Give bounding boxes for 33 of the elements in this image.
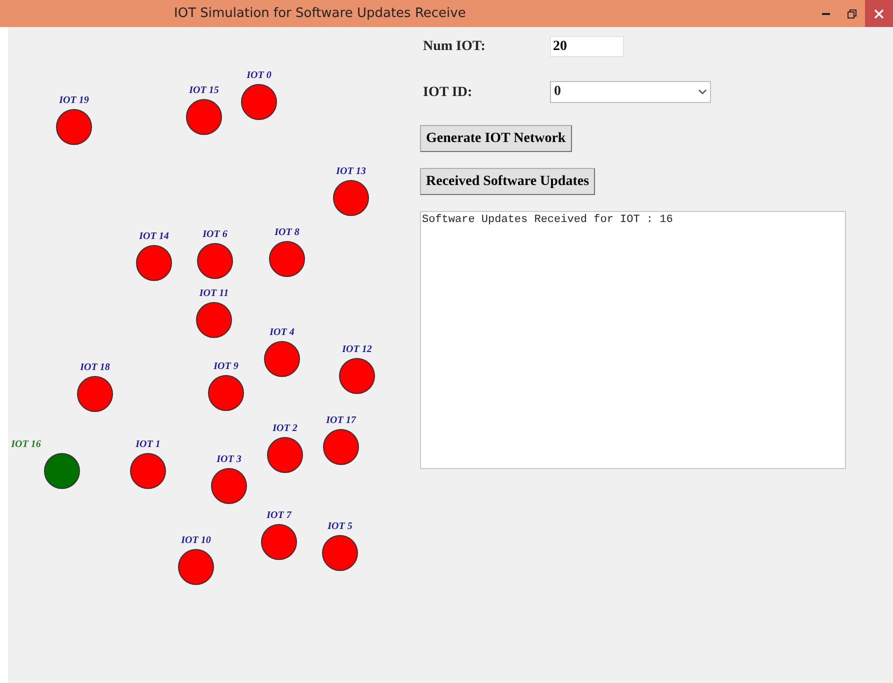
num-iot-label: Num IOT: bbox=[422, 38, 486, 56]
node-label: IOT 0 bbox=[246, 70, 272, 81]
action-button[interactable]: Generate IOT Network bbox=[420, 125, 572, 152]
node-label: IOT 19 bbox=[59, 95, 89, 106]
node-label: IOT 9 bbox=[214, 361, 238, 372]
node-label: IOT 8 bbox=[274, 227, 300, 238]
iot-id-dropdown[interactable]: 0 bbox=[550, 81, 711, 103]
node-label: IOT 7 bbox=[266, 510, 292, 521]
node-label: IOT 11 bbox=[199, 288, 229, 299]
minimize-icon bbox=[822, 12, 830, 14]
node-label: IOT 13 bbox=[336, 166, 366, 177]
node-label: IOT 2 bbox=[272, 423, 298, 434]
node-label: IOT 6 bbox=[202, 229, 228, 240]
node-label: IOT 18 bbox=[80, 362, 110, 373]
iot-id-label: IOT ID: bbox=[422, 84, 474, 102]
node-label: IOT 4 bbox=[270, 327, 294, 338]
chevron-down-icon bbox=[698, 89, 707, 95]
action-button[interactable]: Received Software Updates bbox=[420, 168, 596, 195]
node-label: IOT 15 bbox=[189, 85, 219, 96]
node-label: IOT 10 bbox=[181, 535, 211, 546]
window-title: IOT Simulation for Software Updates Receive bbox=[174, 4, 466, 23]
num-iot-field[interactable]: 20 bbox=[550, 36, 624, 57]
output-textarea[interactable]: Software Updates Received for IOT : 16 bbox=[420, 211, 846, 469]
node-label: IOT 3 bbox=[216, 454, 242, 465]
close-icon bbox=[874, 8, 884, 18]
node-label: IOT 16 bbox=[11, 439, 41, 450]
node-label: IOT 1 bbox=[136, 439, 160, 450]
node-label: IOT 5 bbox=[328, 521, 352, 532]
node-label: IOT 14 bbox=[139, 231, 169, 242]
close-button[interactable] bbox=[865, 0, 893, 27]
restore-icon bbox=[847, 8, 857, 18]
node-label: IOT 12 bbox=[342, 344, 372, 355]
node-label: IOT 17 bbox=[326, 415, 356, 426]
